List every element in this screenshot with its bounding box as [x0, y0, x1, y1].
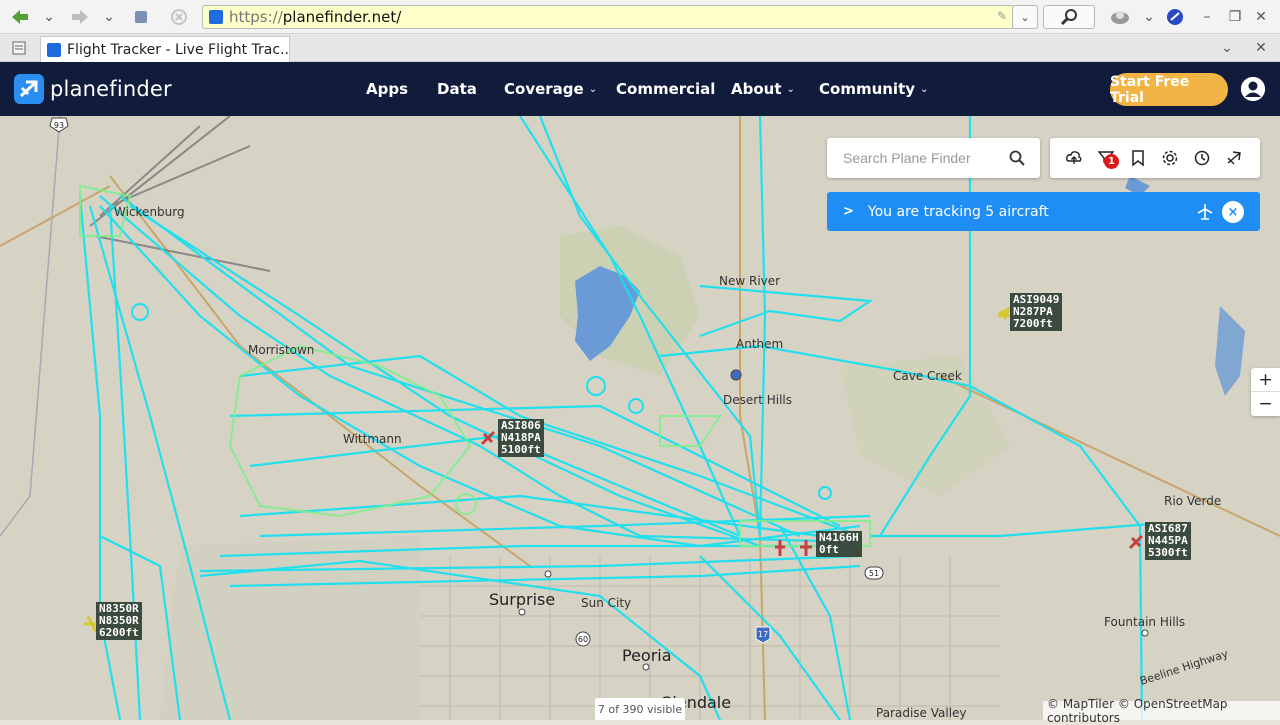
- aircraft-label[interactable]: N4166H 0ft: [816, 531, 862, 557]
- place-label: Morristown: [248, 343, 315, 357]
- aircraft-label[interactable]: ASI687 N445PA 5300ft: [1145, 522, 1191, 560]
- profile-icon[interactable]: [1108, 5, 1132, 29]
- tracked-plane-icon[interactable]: [1196, 203, 1214, 221]
- tab-overflow-icon[interactable]: ⌄: [1218, 36, 1236, 60]
- browser-search-button[interactable]: [1043, 5, 1095, 29]
- planefinder-logo[interactable]: planefinder: [14, 74, 172, 104]
- nav-data-label: Data: [437, 80, 477, 98]
- search-input[interactable]: [841, 138, 1001, 178]
- search-panel: [827, 138, 1040, 178]
- menu-chevron-icon[interactable]: ⌄: [1140, 5, 1158, 29]
- minimize-icon[interactable]: –: [1198, 5, 1216, 29]
- tab-flight-tracker[interactable]: Flight Tracker - Live Flight Trac...: [40, 36, 290, 62]
- aircraft-altitude: 0ft: [819, 543, 839, 556]
- start-free-trial-button[interactable]: Start Free Trial: [1110, 73, 1228, 106]
- place-label: Anthem: [736, 337, 784, 351]
- tracking-text: You are tracking 5 aircraft: [867, 203, 1049, 220]
- zoom-in-button[interactable]: +: [1251, 368, 1280, 392]
- nav-coverage[interactable]: Coverage ⌄: [504, 62, 597, 116]
- stop-icon[interactable]: [168, 5, 190, 29]
- logo-plane-icon: [14, 74, 44, 104]
- tab-title: Flight Tracker - Live Flight Trac...: [67, 41, 290, 58]
- visible-aircraft-count: 7 of 390 visible: [595, 698, 685, 720]
- nav-apps-label: Apps: [366, 80, 409, 98]
- bookmark-icon[interactable]: [1129, 149, 1147, 167]
- aircraft-label[interactable]: ASI9049 N287PA 7200ft: [1010, 293, 1063, 331]
- chevron-down-icon: ⌄: [786, 83, 795, 95]
- nav-coverage-label: Coverage: [504, 80, 584, 98]
- restore-icon[interactable]: ❐: [1226, 5, 1244, 29]
- search-icon[interactable]: [1009, 150, 1025, 166]
- url-dropdown-icon[interactable]: ⌄: [1012, 5, 1038, 29]
- history-icon[interactable]: [1193, 149, 1211, 167]
- place-label: Paradise Valley: [876, 706, 967, 720]
- place-label: Wickenburg: [114, 205, 185, 219]
- zoom-out-button[interactable]: −: [1251, 392, 1280, 416]
- place-label: Wittmann: [343, 432, 402, 446]
- chevron-down-icon: ⌄: [588, 83, 598, 95]
- address-bar[interactable]: https://planefinder.net/ ✎: [202, 5, 1014, 29]
- route-51-shield: 51: [869, 569, 879, 578]
- site-header: planefinder Apps Data Coverage ⌄ Commerci…: [0, 62, 1280, 116]
- route-17-shield: 17: [758, 630, 768, 639]
- nav-about-label: About: [731, 80, 782, 98]
- close-tab-icon[interactable]: ✕: [1252, 36, 1270, 60]
- aircraft-altitude: 5300ft: [1148, 546, 1188, 559]
- forward-history-chevron-icon[interactable]: ⌄: [100, 5, 118, 29]
- back-history-chevron-icon[interactable]: ⌄: [40, 5, 58, 29]
- place-label: Cave Creek: [893, 369, 962, 383]
- aircraft-label[interactable]: ASI806 N418PA 5100ft: [498, 419, 544, 457]
- cloud-upload-icon[interactable]: [1065, 149, 1083, 167]
- aircraft-altitude: 5100ft: [501, 443, 541, 456]
- aircraft-altitude: 7200ft: [1013, 317, 1053, 330]
- user-account-icon[interactable]: [1241, 77, 1265, 101]
- zoom-control: + −: [1251, 368, 1280, 416]
- place-label: Rio Verde: [1164, 494, 1222, 508]
- edit-icon[interactable]: ✎: [997, 9, 1007, 23]
- route-93-shield: 93: [54, 121, 64, 130]
- tab-strip: Flight Tracker - Live Flight Trac... ⌄ ✕: [0, 34, 1280, 62]
- nav-commercial-label: Commercial: [616, 80, 716, 98]
- close-window-icon[interactable]: ✕: [1252, 5, 1270, 29]
- close-tracking-button[interactable]: ×: [1222, 201, 1244, 223]
- map-tools-panel: [1050, 138, 1260, 178]
- place-label: Desert Hills: [723, 393, 792, 407]
- url-scheme: https://: [229, 8, 283, 26]
- map-attribution: © MapTiler © OpenStreetMap contributors: [1043, 697, 1280, 725]
- browser-brand-icon[interactable]: [1164, 5, 1186, 29]
- aircraft-altitude: 6200ft: [99, 626, 139, 639]
- tab-list-icon[interactable]: [8, 36, 30, 60]
- place-label: Fountain Hills: [1104, 615, 1186, 629]
- nav-apps[interactable]: Apps: [366, 62, 408, 116]
- browser-toolbar: ⌄ ⌄ https://planefinder.net/ ✎ ⌄ ⌄ – ❐ ✕: [0, 0, 1280, 34]
- nav-data[interactable]: Data: [437, 62, 477, 116]
- place-label: Peoria: [622, 646, 672, 665]
- nav-about[interactable]: About ⌄: [731, 62, 795, 116]
- url-host: planefinder.net/: [282, 8, 402, 26]
- playback-icon[interactable]: [1225, 149, 1243, 167]
- nav-community[interactable]: Community ⌄: [819, 62, 928, 116]
- aircraft-label[interactable]: N8350R N8350R 6200ft: [96, 602, 142, 640]
- filter-alert-badge: 1: [1104, 154, 1119, 169]
- back-icon[interactable]: [8, 5, 32, 29]
- site-favicon-icon: [209, 10, 223, 24]
- expand-arrow-icon[interactable]: >: [843, 204, 854, 219]
- forward-icon[interactable]: [68, 5, 92, 29]
- logo-text: planefinder: [50, 77, 172, 101]
- place-label: Sun City: [581, 596, 632, 610]
- place-label: Surprise: [489, 590, 556, 609]
- nav-commercial[interactable]: Commercial: [616, 62, 715, 116]
- tab-favicon-icon: [47, 42, 61, 57]
- route-60-shield: 60: [578, 635, 588, 644]
- chevron-down-icon: ⌄: [920, 83, 929, 95]
- nav-community-label: Community: [819, 80, 916, 98]
- reload-icon[interactable]: [130, 5, 152, 29]
- place-label: New River: [719, 274, 781, 288]
- settings-icon[interactable]: [1161, 149, 1179, 167]
